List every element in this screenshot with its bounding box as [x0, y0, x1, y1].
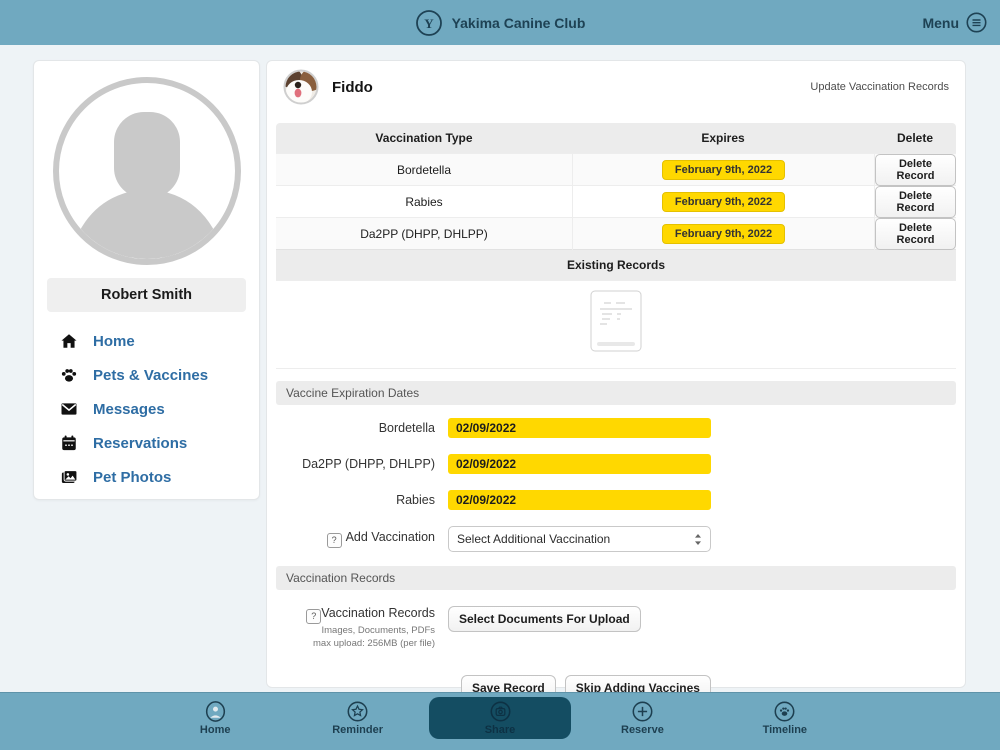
rabies-date-input[interactable]	[448, 490, 711, 510]
upload-hint-filetypes: Images, Documents, PDFs	[321, 624, 435, 636]
club-logo-icon: Y	[415, 9, 443, 37]
existing-records-header: Existing Records	[276, 249, 956, 280]
upload-hint-maxsize: max upload: 256MB (per file)	[313, 638, 435, 650]
section-header-expiration-dates: Vaccine Expiration Dates	[276, 381, 956, 405]
tab-share[interactable]: Share	[428, 697, 572, 739]
sidebar-item-label: Messages	[93, 400, 165, 418]
existing-records-area	[276, 280, 956, 369]
menu-button[interactable]: Menu	[922, 0, 987, 45]
column-header-type: Vaccination Type	[375, 131, 473, 145]
field-label-bordetella: Bordetella	[378, 421, 435, 435]
svg-text:Y: Y	[424, 16, 434, 31]
help-icon[interactable]: ?	[326, 532, 342, 548]
sidebar-item-label: Reservations	[93, 434, 188, 452]
app-title: Yakima Canine Club	[451, 14, 586, 31]
sidebar-item-messages[interactable]: Messages	[60, 400, 259, 418]
tab-label: Reminder	[332, 724, 383, 736]
pet-avatar	[283, 69, 319, 105]
vaccine-type: Bordetella	[396, 163, 452, 177]
pet-name: Fiddo	[332, 78, 373, 96]
tab-label: Timeline	[762, 724, 808, 736]
table-row: Da2PP (DHPP, DHLPP) February 9th, 2022 D…	[276, 217, 956, 250]
tab-label: Share	[484, 724, 516, 736]
tab-reserve[interactable]: Reserve	[571, 697, 713, 739]
star-icon	[346, 700, 369, 723]
pet-header: Fiddo Update Vaccination Records	[267, 61, 965, 113]
expiration-form: Bordetella Da2PP (DHPP, DHLPP) Rabies ?A…	[267, 418, 965, 552]
user-name: Robert Smith	[47, 278, 246, 312]
select-documents-button[interactable]: Select Documents For Upload	[448, 606, 641, 632]
expires-date-button[interactable]: February 9th, 2022	[661, 192, 786, 212]
envelope-icon	[60, 400, 78, 418]
sidebar-item-label: Pets & Vaccines	[93, 366, 209, 384]
paw-icon	[773, 700, 796, 723]
table-row: Rabies February 9th, 2022 Delete Record	[276, 185, 956, 218]
plus-icon	[631, 700, 654, 723]
hamburger-icon	[966, 12, 987, 33]
menu-label: Menu	[922, 14, 959, 31]
tab-reminder[interactable]: Reminder	[286, 697, 428, 739]
vaccination-table: Vaccination Type Expires Delete Bordetel…	[276, 123, 956, 369]
top-app-bar: Y Yakima Canine Club Menu	[0, 0, 1000, 45]
sidebar-item-pets-vaccines[interactable]: Pets & Vaccines	[60, 366, 259, 384]
profile-sidebar: Robert Smith Home Pets & Vaccines Messag…	[33, 60, 260, 500]
sidebar-item-reservations[interactable]: Reservations	[60, 434, 259, 452]
select-value: Select Additional Vaccination	[457, 532, 611, 546]
upload-label: Vaccination Records	[321, 606, 435, 620]
delete-record-button[interactable]: Delete Record	[875, 154, 956, 186]
delete-record-button[interactable]: Delete Record	[875, 218, 956, 250]
update-vaccination-records-link[interactable]: Update Vaccination Records	[810, 81, 949, 93]
delete-record-button[interactable]: Delete Record	[875, 186, 956, 218]
user-icon	[204, 700, 227, 723]
field-label-da2pp: Da2PP (DHPP, DHLPP)	[302, 457, 435, 471]
calendar-icon	[60, 434, 78, 452]
column-header-expires: Expires	[701, 131, 745, 145]
record-document-thumbnail[interactable]	[590, 290, 642, 352]
tab-home[interactable]: Home	[144, 697, 286, 739]
additional-vaccination-select[interactable]: Select Additional Vaccination	[448, 526, 711, 552]
sidebar-item-pet-photos[interactable]: Pet Photos	[60, 468, 259, 486]
upload-label-block: ? Vaccination Records Images, Documents, …	[267, 606, 435, 651]
app-title-group: Y Yakima Canine Club	[0, 0, 1000, 45]
field-label-add-vaccination: ? Add Vaccination	[267, 530, 435, 548]
stepper-icon	[694, 533, 702, 546]
vaccine-type: Rabies	[405, 195, 443, 209]
field-label-rabies: Rabies	[396, 493, 435, 507]
tab-timeline[interactable]: Timeline	[714, 697, 856, 739]
home-icon	[60, 332, 78, 350]
sidebar-item-home[interactable]: Home	[60, 332, 259, 350]
tab-label: Home	[199, 724, 231, 736]
photo-icon	[60, 468, 78, 486]
da2pp-date-input[interactable]	[448, 454, 711, 474]
vaccine-type: Da2PP (DHPP, DHLPP)	[360, 227, 488, 241]
expires-date-button[interactable]: February 9th, 2022	[661, 160, 786, 180]
table-row: Bordetella February 9th, 2022 Delete Rec…	[276, 153, 956, 186]
vaccination-panel: Fiddo Update Vaccination Records Vaccina…	[266, 60, 966, 702]
bordetella-date-input[interactable]	[448, 418, 711, 438]
paw-icon	[60, 366, 78, 384]
sidebar-item-label: Pet Photos	[93, 468, 172, 486]
sidebar-nav: Home Pets & Vaccines Messages Reservatio…	[60, 332, 259, 486]
expires-date-button[interactable]: February 9th, 2022	[661, 224, 786, 244]
help-icon[interactable]: ?	[306, 608, 322, 624]
column-header-delete: Delete	[896, 131, 934, 145]
upload-form-row: ? Vaccination Records Images, Documents, …	[267, 606, 965, 651]
bottom-tab-bar: Home Reminder Share Reserve Timeline	[0, 692, 1000, 750]
section-header-vaccination-records: Vaccination Records	[276, 566, 956, 590]
camera-icon	[489, 700, 512, 723]
user-avatar	[52, 76, 242, 266]
tab-label: Reserve	[621, 724, 664, 736]
table-header-row: Vaccination Type Expires Delete	[276, 123, 956, 153]
sidebar-item-label: Home	[93, 332, 135, 350]
